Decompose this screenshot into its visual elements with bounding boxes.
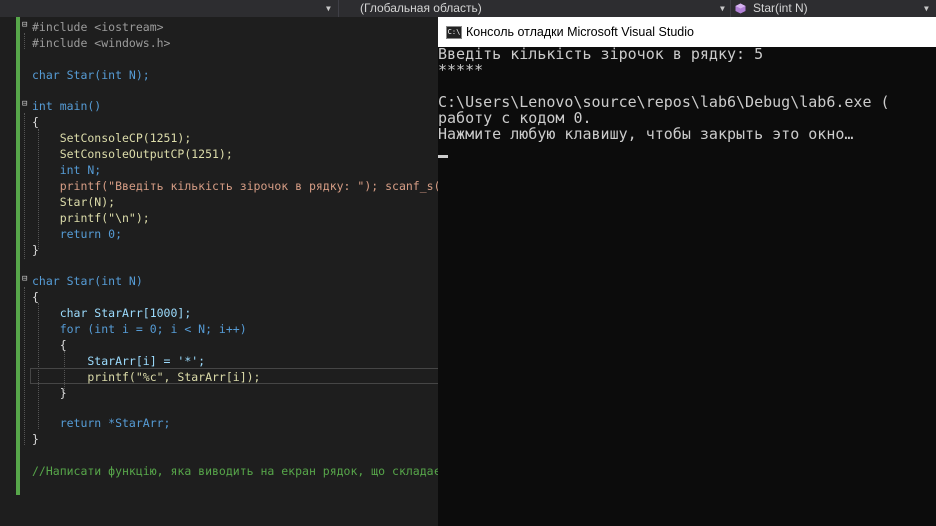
code-line: Star(N); [32, 195, 116, 209]
code-line: SetConsoleCP(1251); [32, 131, 192, 145]
code-line: { [32, 115, 39, 129]
code-line: printf("Введіть кількість зірочок в рядк… [32, 179, 438, 193]
chevron-down-icon[interactable]: ▼ [924, 0, 929, 17]
change-indicator-bar [16, 17, 20, 495]
console-line: работу с кодом 0. [438, 109, 592, 127]
code-line: int N; [32, 163, 102, 177]
code-line: char Star(int N) [32, 274, 143, 288]
console-line: ***** [438, 61, 484, 79]
code-editor[interactable]: ⊟ ⊟ ⊟ #include <iostream> #include <wind… [0, 17, 438, 526]
code-line: #include <windows.h> [32, 36, 171, 50]
code-line: StarArr[i] = '*'; [32, 354, 206, 368]
indent-guide [24, 113, 25, 259]
fold-toggle-icon[interactable]: ⊟ [22, 100, 30, 109]
code-line: { [32, 338, 67, 352]
code-line: int main() [32, 99, 102, 113]
debug-console-window[interactable]: C:\ Консоль отладки Microsoft Visual Stu… [438, 17, 936, 526]
indent-guide [24, 287, 25, 445]
code-line: char Star(int N); [32, 68, 150, 82]
code-line: } [32, 432, 39, 446]
code-line: return 0; [32, 227, 123, 241]
console-line: Нажмите любую клавишу, чтобы закрыть это… [438, 125, 854, 143]
code-line: char StarArr[1000]; [32, 306, 192, 320]
chevron-down-icon[interactable]: ▼ [326, 0, 331, 17]
indent-guide [24, 33, 25, 49]
code-line: SetConsoleOutputCP(1251); [32, 147, 233, 161]
code-line: } [32, 243, 39, 257]
console-title-bar[interactable]: C:\ Консоль отладки Microsoft Visual Stu… [438, 17, 936, 47]
console-title: Консоль отладки Microsoft Visual Studio [466, 25, 694, 39]
text-cursor [438, 155, 448, 158]
scope-dropdown[interactable]: (Глобальная область) [360, 0, 482, 17]
code-line: #include <iostream> [32, 20, 164, 34]
navigation-bar: ▼ (Глобальная область) ▼ Star(int N) ▼ [0, 0, 936, 17]
member-dropdown[interactable]: Star(int N) [753, 0, 808, 17]
code-line: printf("%c", StarArr[i]); [32, 370, 261, 384]
chevron-down-icon[interactable]: ▼ [720, 0, 725, 17]
code-line: printf("\n"); [32, 211, 150, 225]
method-icon [735, 3, 746, 14]
code-line: for (int i = 0; i < N; i++) [32, 322, 247, 336]
code-line: { [32, 290, 39, 304]
console-line: C:\Users\Lenovo\source\repos\lab6\Debug\… [438, 93, 890, 111]
fold-toggle-icon[interactable]: ⊟ [22, 275, 30, 284]
console-output: Введіть кількість зірочок в рядку: 5 ***… [438, 46, 936, 142]
divider [338, 0, 339, 17]
fold-toggle-icon[interactable]: ⊟ [22, 21, 30, 30]
console-app-icon: C:\ [446, 26, 462, 39]
code-line: } [32, 386, 67, 400]
code-line: return *StarArr; [32, 416, 171, 430]
divider [730, 0, 731, 17]
console-line: Введіть кількість зірочок в рядку: 5 [438, 45, 764, 63]
code-line: //Написати функцію, яка виводить на екра… [32, 464, 438, 478]
